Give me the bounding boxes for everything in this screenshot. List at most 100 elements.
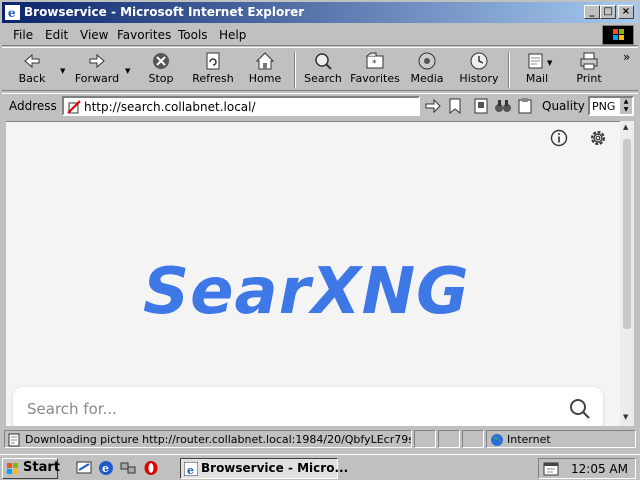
search-icon[interactable] [569,398,591,420]
home-label: Home [248,72,282,85]
history-label: History [459,72,499,85]
taskbar: Start e e Browservice - Micro... 12:05 A… [0,454,640,480]
forward-button[interactable]: Forward [72,50,122,90]
status-text: Downloading picture http://router.collab… [25,433,412,446]
svg-text:*: * [372,59,377,69]
quality-value: PNG [592,100,616,113]
address-label: Address [9,99,57,113]
quality-label: Quality [542,99,585,113]
menu-bar: File Edit View Favorites Tools Help [2,24,638,46]
start-label: Start [23,460,60,475]
scrollbar-thumb[interactable] [623,139,631,329]
system-tray: 12:05 AM [538,458,636,479]
refresh-button[interactable]: Refresh [188,50,238,90]
show-desktop-icon[interactable] [76,460,92,476]
media-button[interactable]: Media [402,50,452,90]
stop-button[interactable]: Stop [136,50,186,90]
address-url: http://search.collabnet.local/ [84,100,256,114]
scheduler-icon[interactable] [543,461,559,477]
quality-spinner[interactable]: ▲ ▼ [620,98,632,114]
scroll-down-icon[interactable]: ▼ [623,413,628,421]
standard-toolbar: Back ▼ Forward ▼ Stop Refresh Home Searc… [2,47,638,91]
svg-text:e: e [187,464,194,476]
zone-text: Internet [507,433,551,446]
back-arrow-icon [24,53,40,69]
history-icon [470,52,488,70]
status-message: Downloading picture http://router.collab… [4,430,412,448]
stop-label: Stop [148,72,174,85]
forward-dropdown-icon[interactable]: ▼ [125,67,130,75]
windows-flag-icon [7,463,18,474]
toolbar-overflow-chevron[interactable]: » [623,50,630,64]
bookmark-icon[interactable] [446,97,464,115]
print-button[interactable]: Print [564,50,614,90]
search-button[interactable]: Search [298,50,348,90]
ie-icon: e [184,462,198,476]
window-title: Browservice - Microsoft Internet Explore… [24,5,305,19]
back-dropdown-icon[interactable]: ▼ [60,67,65,75]
menu-tools[interactable]: Tools [178,28,208,42]
vertical-scrollbar[interactable]: ▲ ▼ [620,121,634,426]
status-bar: Downloading picture http://router.collab… [2,429,638,449]
ie-quicklaunch-icon[interactable]: e [98,460,114,476]
gear-icon[interactable] [588,128,608,148]
history-button[interactable]: History [454,50,504,90]
search-input[interactable]: Search for... [27,400,117,418]
svg-text:e: e [8,6,16,20]
search-label: Search [304,72,342,85]
info-icon[interactable] [550,129,568,147]
stop-icon [153,53,169,69]
maximize-button[interactable]: □ [600,5,616,19]
menu-edit[interactable]: Edit [45,28,68,42]
address-field[interactable]: http://search.collabnet.local/ [62,96,420,116]
task-label: Browservice - Micro... [201,461,349,475]
task-browservice[interactable]: e Browservice - Micro... [180,458,348,479]
browser-window: e Browservice - Microsoft Internet Explo… [0,0,640,454]
menu-file[interactable]: File [13,28,33,42]
search-globe-icon [315,53,332,70]
search-box[interactable]: Search for... [13,387,603,426]
document-icon [8,433,20,447]
address-bar: Address http://search.collabnet.local/ Q… [2,93,638,117]
svg-text:e: e [102,462,109,475]
searxng-logo: SearXNG [143,255,470,329]
toolbar-separator [508,52,510,88]
start-button[interactable]: Start [2,458,60,479]
mail-button[interactable]: Mail [512,50,562,90]
close-button[interactable]: × [618,5,634,19]
opera-icon[interactable] [143,460,159,476]
quality-select[interactable]: PNG ▲ ▼ [588,96,634,116]
internet-globe-icon [491,434,503,446]
status-cell [462,430,484,448]
page-viewport: SearXNG Search for... [6,121,620,426]
menu-favorites[interactable]: Favorites [117,28,171,42]
print-label: Print [576,72,602,85]
network-icon[interactable] [120,460,136,476]
media-label: Media [410,72,444,85]
refresh-icon [206,52,220,70]
mail-dropdown-icon[interactable]: ▼ [547,59,552,67]
menu-view[interactable]: View [80,28,108,42]
favorites-label: Favorites [350,72,400,85]
scroll-up-icon[interactable]: ▲ [623,123,628,131]
find-binoculars-icon[interactable] [494,97,512,115]
open-file-icon[interactable] [472,97,490,115]
menu-help[interactable]: Help [219,28,246,42]
status-cell [414,430,436,448]
home-button[interactable]: Home [240,50,290,90]
mail-icon [528,53,543,69]
clipboard-icon[interactable] [516,97,534,115]
printer-icon [580,52,598,70]
ie-icon: e [5,5,20,20]
security-zone: Internet [486,430,636,448]
status-cell [438,430,460,448]
back-button[interactable]: Back [7,50,57,90]
minimize-button[interactable]: _ [584,5,600,19]
title-bar: e Browservice - Microsoft Internet Explo… [2,2,638,23]
clock[interactable]: 12:05 AM [571,462,628,476]
favorites-button[interactable]: * Favorites [350,50,400,90]
favorites-icon: * [366,52,384,69]
back-label: Back [18,72,46,85]
go-arrow-icon[interactable] [424,97,442,115]
media-icon [418,52,436,70]
